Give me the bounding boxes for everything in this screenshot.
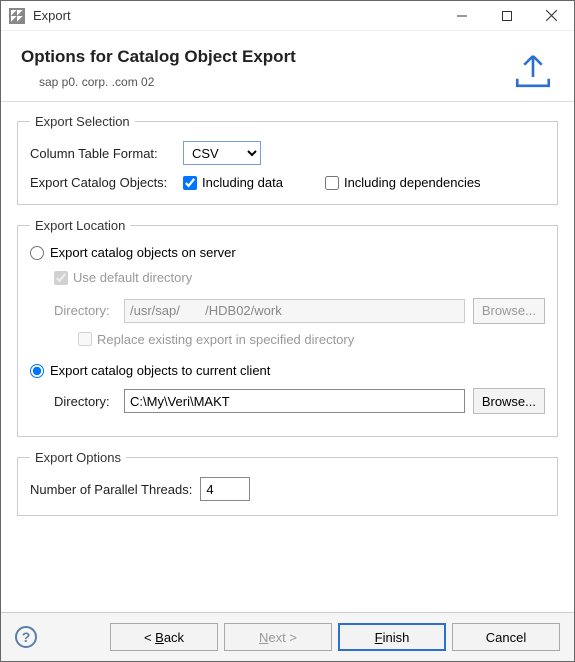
export-to-client-label: Export catalog objects to current client [50,363,270,378]
export-options-legend: Export Options [30,450,126,465]
client-browse-button[interactable]: Browse... [473,388,545,414]
export-on-server-label: Export catalog objects on server [50,245,236,260]
close-icon [546,10,557,21]
server-directory-input [124,299,465,323]
including-dependencies-label: Including dependencies [344,175,481,190]
including-data-label: Including data [202,175,283,190]
replace-existing-label: Replace existing export in specified dir… [97,332,354,347]
help-button[interactable]: ? [15,626,37,648]
replace-existing-checkbox: Replace existing export in specified dir… [78,332,354,347]
export-on-server-radio[interactable]: Export catalog objects on server [30,245,236,260]
back-button[interactable]: < Back [110,623,218,651]
export-to-client-radio[interactable]: Export catalog objects to current client [30,363,270,378]
export-options-group: Export Options Number of Parallel Thread… [17,450,558,516]
finish-button[interactable]: Finish [338,623,446,651]
close-button[interactable] [529,1,574,30]
dialog-content: Export Selection Column Table Format: CS… [1,102,574,612]
export-selection-group: Export Selection Column Table Format: CS… [17,114,558,205]
titlebar: Export [1,1,574,31]
use-default-directory-checkbox: Use default directory [54,270,192,285]
cancel-button[interactable]: Cancel [452,623,560,651]
app-icon [9,8,25,24]
header-text: Options for Catalog Object Export sap p0… [21,47,296,89]
server-directory-label: Directory: [54,303,116,318]
page-title: Options for Catalog Object Export [21,47,296,67]
export-icon [512,49,554,91]
next-button: Next > [224,623,332,651]
parallel-threads-label: Number of Parallel Threads: [30,482,192,497]
wizard-header: Options for Catalog Object Export sap p0… [1,31,574,102]
column-table-format-label: Column Table Format: [30,146,175,161]
client-directory-input[interactable] [124,389,465,413]
server-browse-button: Browse... [473,298,545,324]
client-directory-label: Directory: [54,394,116,409]
page-subtitle: sap p0. corp. .com 02 [21,75,296,89]
export-location-legend: Export Location [30,218,130,233]
maximize-button[interactable] [484,1,529,30]
including-dependencies-checkbox[interactable]: Including dependencies [325,175,481,190]
window-controls [439,1,574,30]
column-table-format-select[interactable]: CSV [183,141,261,165]
export-dialog: Export Options for Catalog Object Export… [0,0,575,662]
export-catalog-objects-label: Export Catalog Objects: [30,175,175,190]
maximize-icon [502,11,512,21]
parallel-threads-input[interactable] [200,477,250,501]
minimize-button[interactable] [439,1,484,30]
window-title: Export [33,8,439,23]
wizard-footer: ? < Back Next > Finish Cancel [1,612,574,661]
minimize-icon [457,11,467,21]
export-selection-legend: Export Selection [30,114,135,129]
export-location-group: Export Location Export catalog objects o… [17,218,558,437]
including-data-checkbox[interactable]: Including data [183,175,283,190]
use-default-directory-label: Use default directory [73,270,192,285]
